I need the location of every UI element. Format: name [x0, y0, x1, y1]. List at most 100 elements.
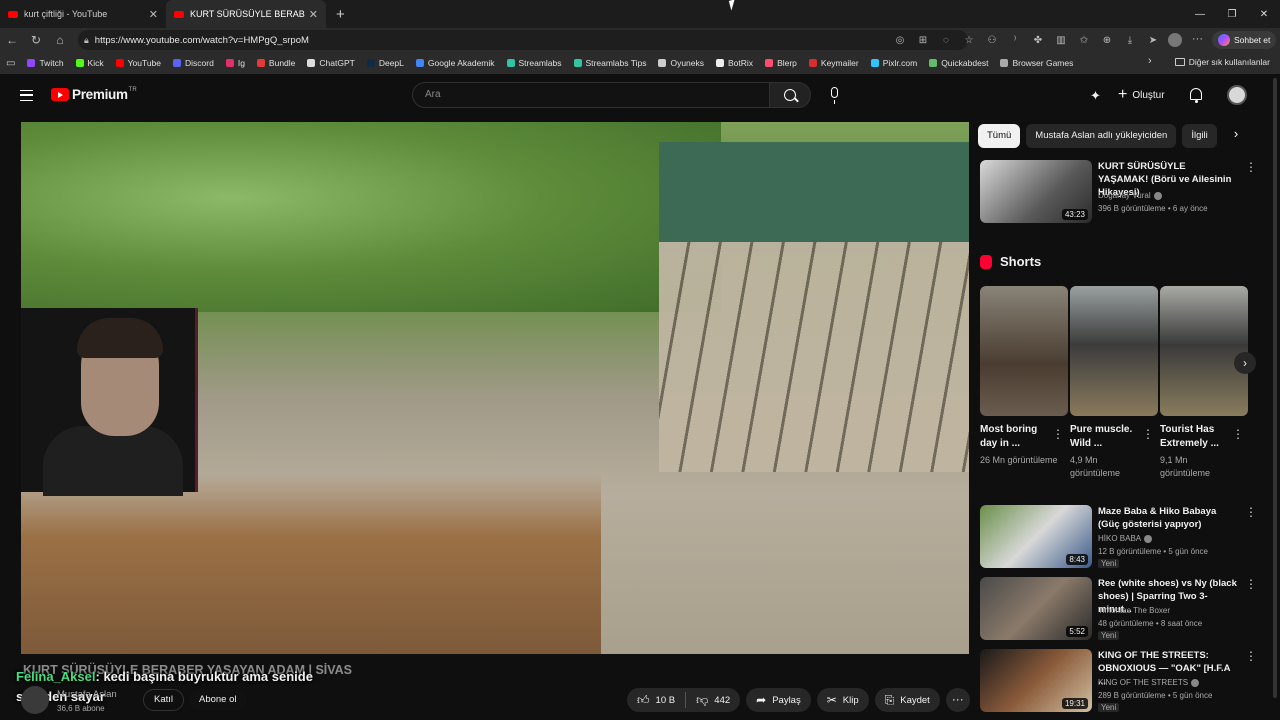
tab-actions-icon[interactable]: ▭	[6, 58, 15, 69]
url-field[interactable]: 🔒︎ https://www.youtube.com/watch?v=HMPgQ…	[78, 30, 968, 50]
kebab-menu-icon[interactable]: ⋮	[1245, 505, 1257, 519]
bookmark-item[interactable]: BotRix	[716, 58, 753, 68]
bookmark-item[interactable]: Quickabdest	[929, 58, 988, 68]
recommended-video[interactable]: 8:43 Maze Baba & Hiko Babaya (Güç göster…	[980, 505, 1260, 571]
video-card-channel[interactable]: Doğanay Vural	[1098, 190, 1162, 202]
like-button[interactable]: 👍︎ 10 B	[627, 688, 685, 712]
extensions-icon[interactable]: ✤	[1030, 32, 1046, 48]
short-thumbnail[interactable]	[1070, 286, 1158, 416]
short-title[interactable]: Most boring day in ...	[980, 423, 1052, 451]
extension-icon[interactable]: ⁾	[1007, 32, 1023, 48]
bookmark-item[interactable]: Browser Games	[1000, 58, 1073, 68]
restore-icon[interactable]: ❐	[1216, 9, 1248, 20]
browser-tab[interactable]: kurt çiftliği - YouTube ✕	[0, 0, 166, 28]
chip-from-uploader[interactable]: Mustafa Aslan adlı yükleyiciden	[1026, 124, 1177, 148]
bookmark-item[interactable]: Bundle	[256, 58, 295, 68]
reader-icon[interactable]: ◎	[892, 32, 908, 48]
kebab-menu-icon[interactable]: ⋮	[1232, 427, 1244, 441]
favorite-star-icon[interactable]: ☆	[961, 32, 977, 48]
short-card[interactable]: Tourist Has Extremely ... 9,1 Mn görüntü…	[1160, 286, 1248, 478]
share-button[interactable]: ➦ Paylaş	[746, 688, 811, 712]
youtube-logo[interactable]: Premium TR	[51, 87, 137, 102]
bookmark-item[interactable]: Twitch	[27, 58, 64, 68]
video-thumbnail[interactable]: 8:43	[980, 505, 1092, 568]
home-icon[interactable]: ⌂	[48, 33, 72, 47]
split-screen-icon[interactable]: ▥	[1053, 32, 1069, 48]
recommended-video[interactable]: 19:31 KING OF THE STREETS: OBNOXIOUS — "…	[980, 649, 1260, 715]
close-window-icon[interactable]: ✕	[1248, 9, 1280, 20]
kebab-menu-icon[interactable]: ⋮	[1245, 577, 1257, 591]
chevron-right-icon[interactable]: ›	[1226, 126, 1246, 146]
bookmark-item[interactable]: YouTube	[115, 58, 161, 68]
bookmark-item[interactable]: Ig	[225, 58, 245, 68]
bookmark-item[interactable]: Streamlabs	[506, 58, 562, 68]
create-button[interactable]: + Oluştur	[1118, 84, 1165, 106]
app-icon[interactable]: ⊞	[915, 32, 931, 48]
back-icon[interactable]: ←	[0, 33, 24, 47]
browser-tab-active[interactable]: KURT SÜRÜSÜYLE BERABER YAŞAYAN ADAM ✕	[166, 0, 326, 28]
subscribe-button[interactable]: Abone ol	[189, 689, 247, 711]
video-player[interactable]	[21, 122, 969, 654]
video-card-channel[interactable]: Timontae The Boxer	[1098, 605, 1170, 617]
page-scrollbar[interactable]	[1273, 78, 1277, 698]
minimize-icon[interactable]: —	[1184, 9, 1216, 20]
collections-icon[interactable]: ⊕	[1099, 32, 1115, 48]
account-avatar[interactable]	[1227, 85, 1247, 105]
bookmark-item[interactable]: DeepL	[366, 58, 404, 68]
clip-button[interactable]: ✂ Klip	[816, 688, 869, 712]
short-thumbnail[interactable]	[1160, 286, 1248, 416]
search-input[interactable]: Ara	[412, 82, 770, 108]
kebab-menu-icon[interactable]: ⋮	[1245, 160, 1257, 174]
video-card-channel[interactable]: HİKO BABA	[1098, 533, 1153, 545]
dislike-button[interactable]: 👎︎ 442	[686, 688, 740, 712]
share-icon[interactable]: ➤	[1145, 32, 1161, 48]
recommended-video[interactable]: 5:52 Ree (white shoes) vs Ny (black shoe…	[980, 577, 1260, 643]
shorts-next-icon[interactable]: ›	[1234, 352, 1256, 374]
more-actions-icon[interactable]: ···	[945, 688, 970, 712]
bookmark-item[interactable]: Google Akademik	[415, 58, 495, 68]
extension-icon[interactable]: ⚇	[984, 32, 1000, 48]
chip-all[interactable]: Tümü	[978, 124, 1021, 148]
video-card-channel[interactable]: KING OF THE STREETS	[1098, 677, 1200, 689]
video-thumbnail[interactable]: 5:52	[980, 577, 1092, 640]
kebab-menu-icon[interactable]: ⋮	[1245, 649, 1257, 663]
short-card[interactable]: Most boring day in ... 26 Mn görüntüleme…	[980, 286, 1068, 465]
short-title[interactable]: Tourist Has Extremely ...	[1160, 423, 1232, 451]
reload-icon[interactable]: ↻	[24, 33, 48, 47]
chip-related[interactable]: İlgili	[1182, 124, 1217, 148]
hamburger-menu-icon[interactable]	[20, 90, 33, 101]
close-tab-icon[interactable]: ✕	[309, 8, 318, 21]
short-card[interactable]: Pure muscle. Wild ... 4,9 Mn görüntüleme…	[1070, 286, 1158, 478]
channel-name[interactable]: Mustafa Aslan	[57, 689, 117, 700]
bookmark-item[interactable]: ChatGPT	[307, 58, 355, 68]
kebab-menu-icon[interactable]: ⋮	[1142, 427, 1154, 441]
new-tab-icon[interactable]: +	[336, 6, 345, 23]
search-button[interactable]	[769, 82, 811, 108]
bookmark-item[interactable]: Pixlr.com	[870, 58, 917, 68]
bookmark-item[interactable]: Streamlabs Tips	[573, 58, 646, 68]
short-title[interactable]: Pure muscle. Wild ...	[1070, 423, 1142, 451]
other-bookmarks[interactable]: Diğer sık kullanılanlar	[1174, 57, 1270, 67]
bookmark-item[interactable]: Discord	[173, 58, 214, 68]
close-tab-icon[interactable]: ✕	[149, 8, 158, 21]
channel-avatar[interactable]	[21, 686, 49, 714]
more-bookmarks-icon[interactable]: ›	[1148, 55, 1152, 67]
bookmark-item[interactable]: Kick	[75, 58, 104, 68]
more-options-icon[interactable]: ···	[1192, 33, 1203, 45]
gemini-icon[interactable]: ✦	[1090, 88, 1101, 104]
bookmark-item[interactable]: Blerp	[765, 58, 797, 68]
kebab-menu-icon[interactable]: ⋮	[1052, 427, 1064, 441]
copilot-button[interactable]: Sohbet et	[1212, 31, 1277, 49]
join-button[interactable]: Katıl	[143, 689, 185, 711]
voice-search-icon[interactable]	[831, 87, 838, 104]
bookmark-item[interactable]: Keymailer	[808, 58, 859, 68]
notifications-bell-icon[interactable]	[1190, 88, 1202, 103]
favorites-icon[interactable]: ✩	[1076, 32, 1092, 48]
video-card-title[interactable]: Maze Baba & Hiko Babaya (Güç gösterisi y…	[1098, 505, 1238, 531]
short-thumbnail[interactable]	[980, 286, 1068, 416]
bookmark-item[interactable]: Oyuneks	[658, 58, 704, 68]
profile-avatar[interactable]	[1168, 33, 1182, 47]
downloads-icon[interactable]: ⤓	[1122, 32, 1138, 48]
recommended-video[interactable]: 43:23 KURT SÜRÜSÜYLE YAŞAMAK! (Börü ve A…	[980, 160, 1260, 226]
tracking-icon[interactable]: ◌	[938, 32, 954, 48]
